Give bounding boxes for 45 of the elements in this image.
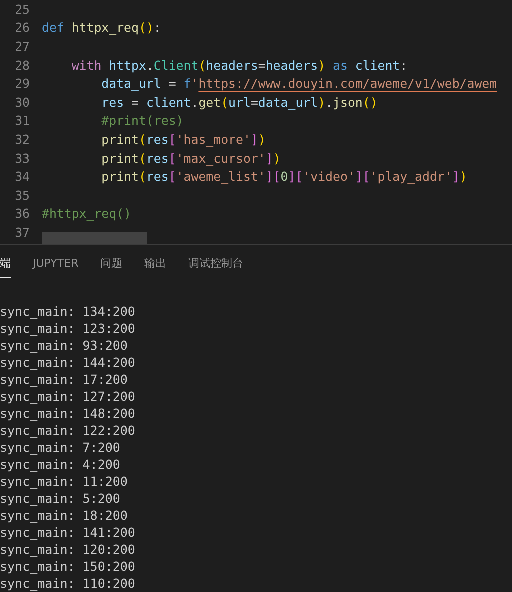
line-number: 32 [14,132,30,147]
terminal-line: sync_main: 148:200 [0,405,136,422]
code-line: with httpx.Client(headers=headers) as client: [70,58,408,73]
terminal-line: sync_main: 141:200 [0,524,136,541]
terminal-line: sync_main: 150:200 [0,558,136,575]
terminal-line: sync_main: 127:200 [0,388,136,405]
terminal-line: sync_main: 134:200 [0,303,136,320]
line-number: 35 [14,188,30,203]
code-line: print(res['has_more']) [100,132,266,147]
terminal-line: sync_main: 122:200 [0,422,136,439]
line-number: 36 [14,206,30,222]
terminal-line: sync_main: 18:200 [0,507,129,524]
line-number: 29 [14,76,30,92]
panel-tab[interactable]: 端 [0,256,11,278]
code-line: print(res['max_cursor']) [100,150,281,166]
code-line: #print(res) [100,113,184,128]
code-line: res = client.get(url=data_url).json() [100,94,378,110]
panel-tab[interactable]: 调试控制台 [188,256,244,278]
terminal-line: sync_main: 11:200 [0,473,129,490]
scrollbar-thumb[interactable] [42,232,147,244]
panel-tab[interactable]: JUPYTER [33,256,79,278]
line-number: 34 [14,169,30,184]
line-number: 31 [14,113,30,128]
line-number: 26 [14,20,30,36]
terminal-line: sync_main: 120:200 [0,541,136,558]
line-number: 25 [14,2,30,17]
panel-tab[interactable]: 输出 [144,256,167,278]
line-number: 28 [14,58,30,73]
terminal-line: sync_main: 144:200 [0,354,136,371]
terminal-line: sync_main: 17:200 [0,371,129,388]
code-line: def httpx_req(): [42,20,162,36]
panel-tab[interactable]: 问题 [100,256,123,278]
code-line: print(res['aweme_list'][0]['video']['play_addr']) [100,169,468,184]
terminal-line: sync_main: 93:200 [0,337,129,354]
line-number: 33 [14,150,30,166]
code-line: data_url = f'https://www.douyin.com/aweme/v1/web/awem [100,76,498,92]
terminal-line: sync_main: 5:200 [0,490,122,507]
line-number: 37 [14,224,30,240]
line-number: 27 [14,38,30,54]
terminal-line: sync_main: 123:200 [0,320,136,337]
terminal-line: sync_main: 4:200 [0,456,122,473]
terminal-line: sync_main: 110:200 [0,575,136,592]
code-line: #httpx_req() [42,206,132,222]
terminal-line: sync_main: 7:200 [0,439,122,456]
line-number: 30 [14,94,30,110]
